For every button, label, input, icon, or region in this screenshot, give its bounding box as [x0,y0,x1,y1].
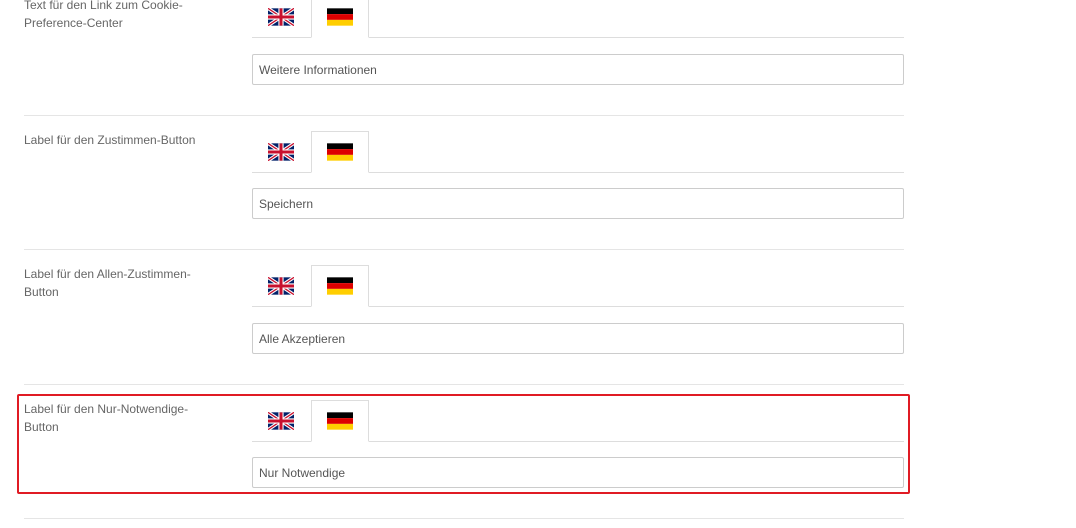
text-input-accept-all-button[interactable] [252,323,904,354]
tab-german[interactable] [311,131,369,173]
german-flag-icon [327,143,353,161]
text-input-necessary-only-button[interactable] [252,457,904,488]
uk-flag-icon [268,277,294,295]
german-flag-icon [327,412,353,430]
language-tabs [252,131,904,173]
divider [24,384,904,385]
german-flag-icon [327,8,353,26]
divider [24,518,904,519]
tab-german[interactable] [311,400,369,442]
field-label: Text für den Link zum Cookie-Preference-… [24,0,183,30]
field-label: Label für den Nur-Notwendige-Button [24,402,189,434]
divider [24,115,904,116]
tab-english[interactable] [252,0,310,38]
language-tabs [252,0,904,38]
language-tabs [252,265,904,307]
uk-flag-icon [268,8,294,26]
tab-english[interactable] [252,131,310,173]
german-flag-icon [327,277,353,295]
uk-flag-icon [268,412,294,430]
uk-flag-icon [268,143,294,161]
text-input-cookie-link[interactable] [252,54,904,85]
field-label: Label für den Allen-Zustimmen-Button [24,267,191,299]
divider [24,249,904,250]
language-tabs [252,400,904,442]
tab-english[interactable] [252,265,310,307]
tab-english[interactable] [252,400,310,442]
tab-german[interactable] [311,265,369,307]
field-label: Label für den Zustimmen-Button [24,133,196,147]
tab-german[interactable] [311,0,369,38]
text-input-accept-button[interactable] [252,188,904,219]
